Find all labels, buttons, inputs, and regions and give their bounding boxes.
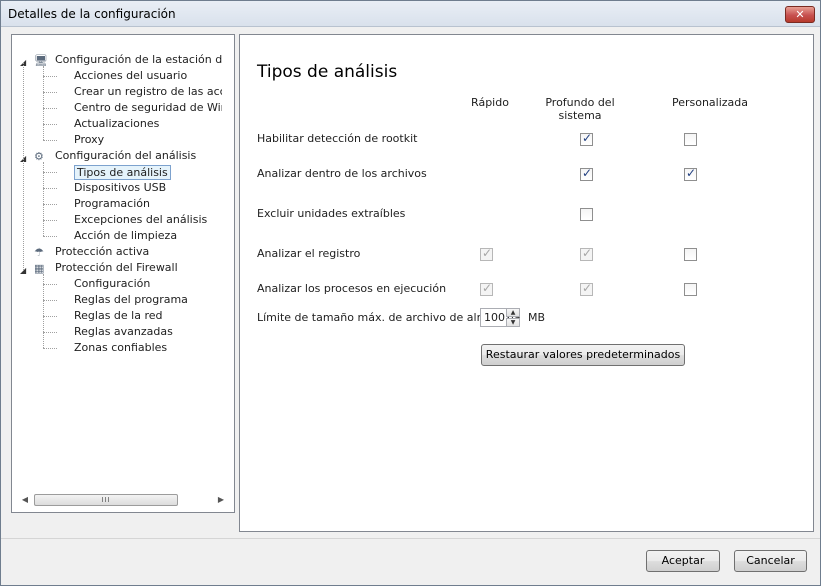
tree-group-label: Configuración de la estación de trat (55, 53, 222, 66)
tree-connector (43, 204, 57, 205)
option-checkbox[interactable] (684, 248, 697, 261)
tree-item-label: Centro de seguridad de Window (74, 101, 222, 114)
size-limit-unit: MB (528, 311, 546, 324)
column-header-personalizada: Personalizada (671, 96, 749, 109)
restore-defaults-button[interactable]: Restaurar valores predeterminados (481, 344, 685, 366)
option-checkbox[interactable] (684, 166, 697, 181)
workstation-icon: 🖥 (34, 54, 48, 67)
close-icon: ✕ (795, 8, 805, 21)
option-checkbox (480, 281, 493, 296)
spin-up-icon[interactable]: ▲ (506, 308, 520, 317)
size-limit-input[interactable]: 100 (480, 308, 508, 327)
tree-item-label: Programación (74, 197, 150, 210)
spin-down-icon[interactable]: ▼ (506, 318, 520, 327)
tree-item-label: Excepciones del análisis (74, 213, 208, 226)
scroll-right-icon[interactable]: ▶ (214, 493, 228, 507)
column-header-profundo: Profundo del sistema (545, 96, 615, 122)
tree-connector (43, 300, 57, 301)
option-label: Habilitar detección de rootkit (257, 132, 418, 145)
tree-connector (43, 188, 57, 189)
tree-item-label: Crear un registro de las accione (74, 85, 222, 98)
tree-connector (43, 76, 57, 77)
tree-root-line (23, 62, 24, 270)
tree-connector (43, 108, 57, 109)
tree-connector (43, 348, 57, 349)
tree-horizontal-scrollbar[interactable]: ◀ III ▶ (18, 493, 228, 507)
footer-divider (1, 538, 820, 539)
scroll-left-icon[interactable]: ◀ (18, 493, 32, 507)
option-checkbox[interactable] (684, 133, 697, 146)
firewall-icon: ▦ (34, 262, 45, 275)
tree-viewport: ◢🖥Configuración de la estación de tratAc… (12, 35, 222, 495)
tree-item-label: Tipos de análisis (74, 165, 171, 180)
tree-item-label: Proxy (74, 133, 105, 146)
title-bar: Detalles de la configuración ✕ (1, 1, 820, 27)
tree-connector (43, 316, 57, 317)
option-label: Excluir unidades extraíbles (257, 207, 406, 220)
option-label: Analizar los procesos en ejecución (257, 282, 447, 295)
option-checkbox[interactable] (580, 208, 593, 221)
tree-item-label: Acción de limpieza (74, 229, 178, 242)
content-panel: Tipos de análisis Rápido Profundo del si… (239, 34, 814, 532)
tree-item-label: Reglas avanzadas (74, 325, 173, 338)
cancel-button[interactable]: Cancelar (734, 550, 807, 572)
size-limit-stepper[interactable]: ▲ ▼ (506, 308, 520, 327)
close-button[interactable]: ✕ (785, 6, 815, 23)
tree-connector (43, 332, 57, 333)
tree-connector (43, 236, 57, 237)
tree-item-label: Reglas de la red (74, 309, 163, 322)
settings-window: Detalles de la configuración ✕ ◢ 🖥 Configu… (0, 0, 821, 586)
column-header-rapido: Rápido (471, 96, 509, 109)
tree-item-label: Zonas confiables (74, 341, 168, 354)
tree-connector (43, 92, 57, 93)
ok-button[interactable]: Aceptar (646, 550, 720, 572)
tree-item-label: Reglas del programa (74, 293, 188, 306)
tree-item-label: Configuración (74, 277, 151, 290)
scrollbar-thumb[interactable]: III (34, 494, 178, 506)
tree-item-label: Actualizaciones (74, 117, 160, 130)
tree-branch-line (43, 66, 44, 140)
option-label: Analizar el registro (257, 247, 361, 260)
tree-connector (43, 140, 57, 141)
active-protection-icon: ☂ (34, 246, 44, 259)
option-checkbox[interactable] (580, 166, 593, 181)
scan-config-icon: ⚙ (34, 150, 44, 163)
tree-group-label: Protección activa (55, 245, 150, 258)
settings-tree[interactable]: ◢🖥Configuración de la estación de tratAc… (11, 34, 235, 513)
option-checkbox[interactable] (684, 283, 697, 296)
tree-connector (43, 220, 57, 221)
tree-connector (43, 172, 57, 173)
tree-connector (43, 124, 57, 125)
option-checkbox[interactable] (580, 131, 593, 146)
tree-connector (43, 284, 57, 285)
tree-item-label: Dispositivos USB (74, 181, 167, 194)
section-title: Tipos de análisis (257, 62, 398, 82)
option-label: Analizar dentro de los archivos (257, 167, 427, 180)
option-checkbox (480, 246, 493, 261)
tree-group-label: Configuración del análisis (55, 149, 197, 162)
option-checkbox (580, 281, 593, 296)
tree-branch-line (43, 162, 44, 236)
tree-item-label: Acciones del usuario (74, 69, 188, 82)
window-title: Detalles de la configuración (8, 7, 176, 21)
tree-group-label: Protección del Firewall (55, 261, 178, 274)
tree-branch-line (43, 274, 44, 348)
tree-group-2[interactable]: ☂ Protección activa (12, 244, 222, 260)
option-checkbox (580, 246, 593, 261)
